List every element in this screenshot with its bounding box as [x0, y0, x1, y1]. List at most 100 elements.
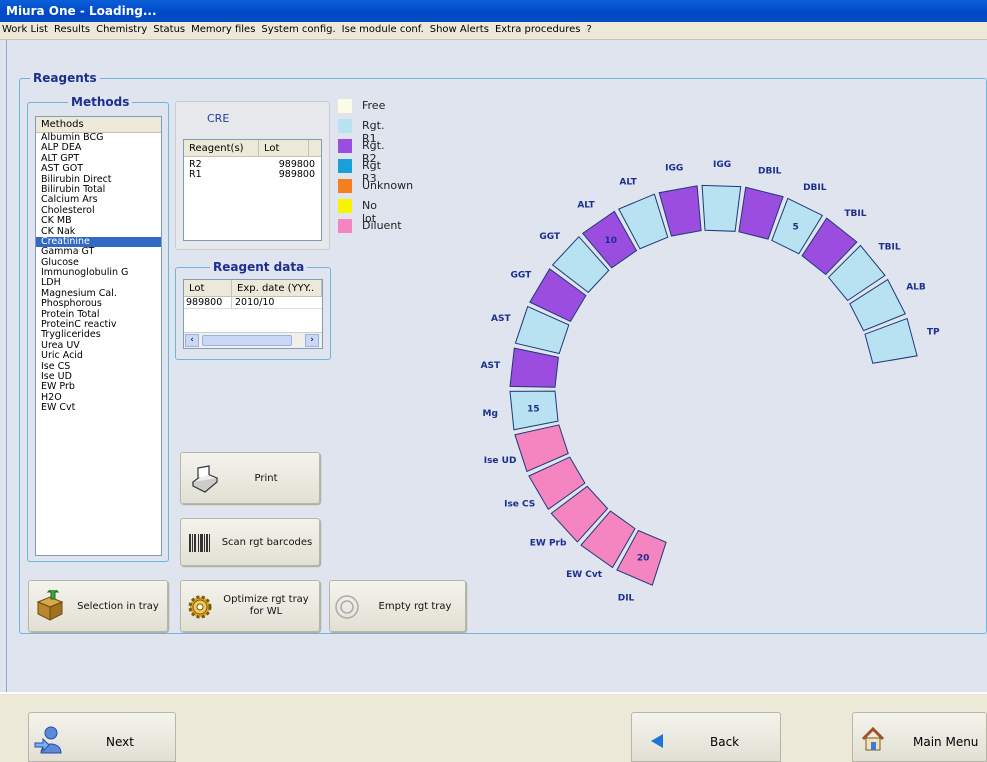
- tray-position-label: TBIL: [844, 209, 866, 219]
- tray-position[interactable]: [509, 347, 559, 388]
- back-button-label: Back: [710, 735, 740, 749]
- empty-tray-label: Empty rgt tray: [378, 601, 452, 612]
- tray-position-number: 15: [527, 404, 540, 414]
- table-cell: 989800: [278, 169, 315, 180]
- menu-bar: Work List Results Chemistry Status Memory fi…: [0, 22, 987, 40]
- menu-item[interactable]: System config.: [261, 24, 335, 35]
- method-code: CRE: [207, 112, 230, 125]
- tray-position-number: 5: [792, 222, 798, 232]
- legend-swatch: [338, 99, 352, 113]
- menu-item[interactable]: Extra procedures: [495, 24, 581, 35]
- barcode-icon: [189, 534, 210, 552]
- reagents-table-header: Reagent(s) Lot: [184, 140, 321, 157]
- column-header[interactable]: Exp. date (YYY..: [232, 280, 322, 296]
- back-arrow-icon: [651, 734, 663, 748]
- print-button[interactable]: Print: [180, 452, 320, 504]
- back-button[interactable]: Back: [631, 712, 781, 762]
- selection-in-tray-button[interactable]: Selection in tray: [28, 580, 168, 632]
- tray-position-label: Ise UD: [484, 456, 517, 466]
- next-button[interactable]: Next: [28, 712, 176, 762]
- column-header[interactable]: Lot: [259, 140, 309, 156]
- column-header[interactable]: Reagent(s): [184, 140, 259, 156]
- tray-position-label: DBIL: [758, 167, 782, 177]
- tray-position-label: TP: [927, 328, 940, 338]
- reagent-data-header: Lot Exp. date (YYY..: [184, 280, 322, 297]
- menu-item[interactable]: ?: [586, 24, 591, 35]
- legend-label: Unknown: [362, 179, 414, 192]
- legend-label: Free: [362, 99, 386, 112]
- legend-swatch: [338, 199, 352, 213]
- menu-item[interactable]: Chemistry: [96, 24, 147, 35]
- table-row[interactable]: 989800 2010/10: [184, 297, 322, 309]
- methods-list-header[interactable]: Methods: [36, 117, 161, 133]
- menu-item[interactable]: Ise module conf.: [342, 24, 424, 35]
- gear-icon: [188, 595, 212, 619]
- tray-position-label: EW Prb: [530, 538, 567, 548]
- optimize-tray-label: Optimize rgt tray for WL: [223, 594, 309, 617]
- menu-item[interactable]: Status: [153, 24, 185, 35]
- empty-tray-button[interactable]: Empty rgt tray: [329, 580, 466, 632]
- column-header[interactable]: Lot: [184, 280, 232, 296]
- tray-position-label: AST: [481, 361, 501, 371]
- tray-position-label: IGG: [665, 164, 683, 174]
- tray-position-label: ALB: [906, 283, 926, 293]
- reagents-table: Reagent(s) Lot R2 989800 R1 989800: [183, 139, 322, 241]
- scroll-thumb[interactable]: [202, 335, 292, 346]
- ring-icon: [335, 595, 359, 619]
- box-arrow-icon: [36, 590, 64, 621]
- tray-position-number: 20: [637, 554, 650, 564]
- window-title: Miura One - Loading...: [0, 0, 987, 22]
- menu-item[interactable]: Results: [54, 24, 90, 35]
- legend-swatch: [338, 159, 352, 173]
- table-cell: 2010/10: [235, 297, 275, 308]
- scroll-left-button[interactable]: ‹: [185, 334, 199, 347]
- tray-position[interactable]: [701, 184, 742, 232]
- list-item[interactable]: CK MB: [36, 215, 161, 226]
- main-menu-button[interactable]: Main Menu: [852, 712, 987, 762]
- tray-position-label: AST: [491, 314, 511, 324]
- printer-icon: [191, 465, 219, 493]
- user-arrow-icon: [34, 726, 62, 754]
- main-menu-button-label: Main Menu: [913, 735, 979, 749]
- list-item[interactable]: AST GOT: [36, 163, 161, 174]
- tray-position-label: Ise CS: [504, 500, 535, 510]
- scan-barcodes-label: Scan rgt barcodes: [221, 537, 313, 548]
- tray-position-label: IGG: [713, 160, 731, 170]
- tray-position-label: Mg: [482, 409, 497, 419]
- horizontal-scrollbar[interactable]: ‹ ›: [184, 332, 322, 348]
- method-detail-panel: CRE Reagent(s) Lot R2 989800 R1 989800: [175, 101, 330, 250]
- reagent-data-label: Reagent data: [210, 260, 308, 274]
- tray-position-label: GGT: [511, 270, 533, 280]
- optimize-tray-button[interactable]: Optimize rgt tray for WL: [180, 580, 320, 632]
- legend-label: Diluent: [362, 219, 402, 232]
- tray-position-label: TBIL: [879, 243, 901, 253]
- list-item[interactable]: EW Cvt: [36, 402, 161, 413]
- tray-position-number: 10: [605, 236, 618, 246]
- table-cell: R1: [189, 169, 202, 180]
- legend-swatch: [338, 119, 352, 133]
- legend-swatch: [338, 139, 352, 153]
- table-cell: 989800: [184, 297, 232, 308]
- scroll-right-button[interactable]: ›: [305, 334, 319, 347]
- scan-barcodes-button[interactable]: Scan rgt barcodes: [180, 518, 320, 566]
- methods-list[interactable]: Methods Albumin BCG ALP DEA ALT GPT AST GOT…: [35, 116, 162, 556]
- reagents-group-label: Reagents: [30, 71, 100, 85]
- tray-position-label: DIL: [618, 594, 635, 604]
- tray-position-label: GGT: [539, 232, 561, 242]
- home-icon: [861, 726, 885, 751]
- selection-in-tray-label: Selection in tray: [77, 601, 159, 612]
- menu-item[interactable]: Memory files: [191, 24, 255, 35]
- reagent-data-table: Lot Exp. date (YYY.. 989800 2010/10 ‹ ›: [183, 279, 323, 349]
- divider: [6, 40, 7, 692]
- reagent-tray: TP ALB TBIL TBIL DBIL 5 DBIL IGG IGG ALT ALT 10 GGT G…: [481, 160, 940, 604]
- legend-swatch: [338, 219, 352, 233]
- tray-position-label: DBIL: [803, 183, 827, 193]
- menu-item[interactable]: Show Alerts: [430, 24, 489, 35]
- legend-swatch: [338, 179, 352, 193]
- methods-list-items: Albumin BCG ALP DEA ALT GPT AST GOT Bilirubi…: [36, 132, 161, 414]
- table-row[interactable]: R1 989800: [184, 170, 321, 180]
- tray-position-label: ALT: [577, 200, 595, 210]
- next-button-label: Next: [106, 735, 134, 749]
- tray-position-label: ALT: [619, 177, 637, 187]
- menu-item[interactable]: Work List: [2, 24, 48, 35]
